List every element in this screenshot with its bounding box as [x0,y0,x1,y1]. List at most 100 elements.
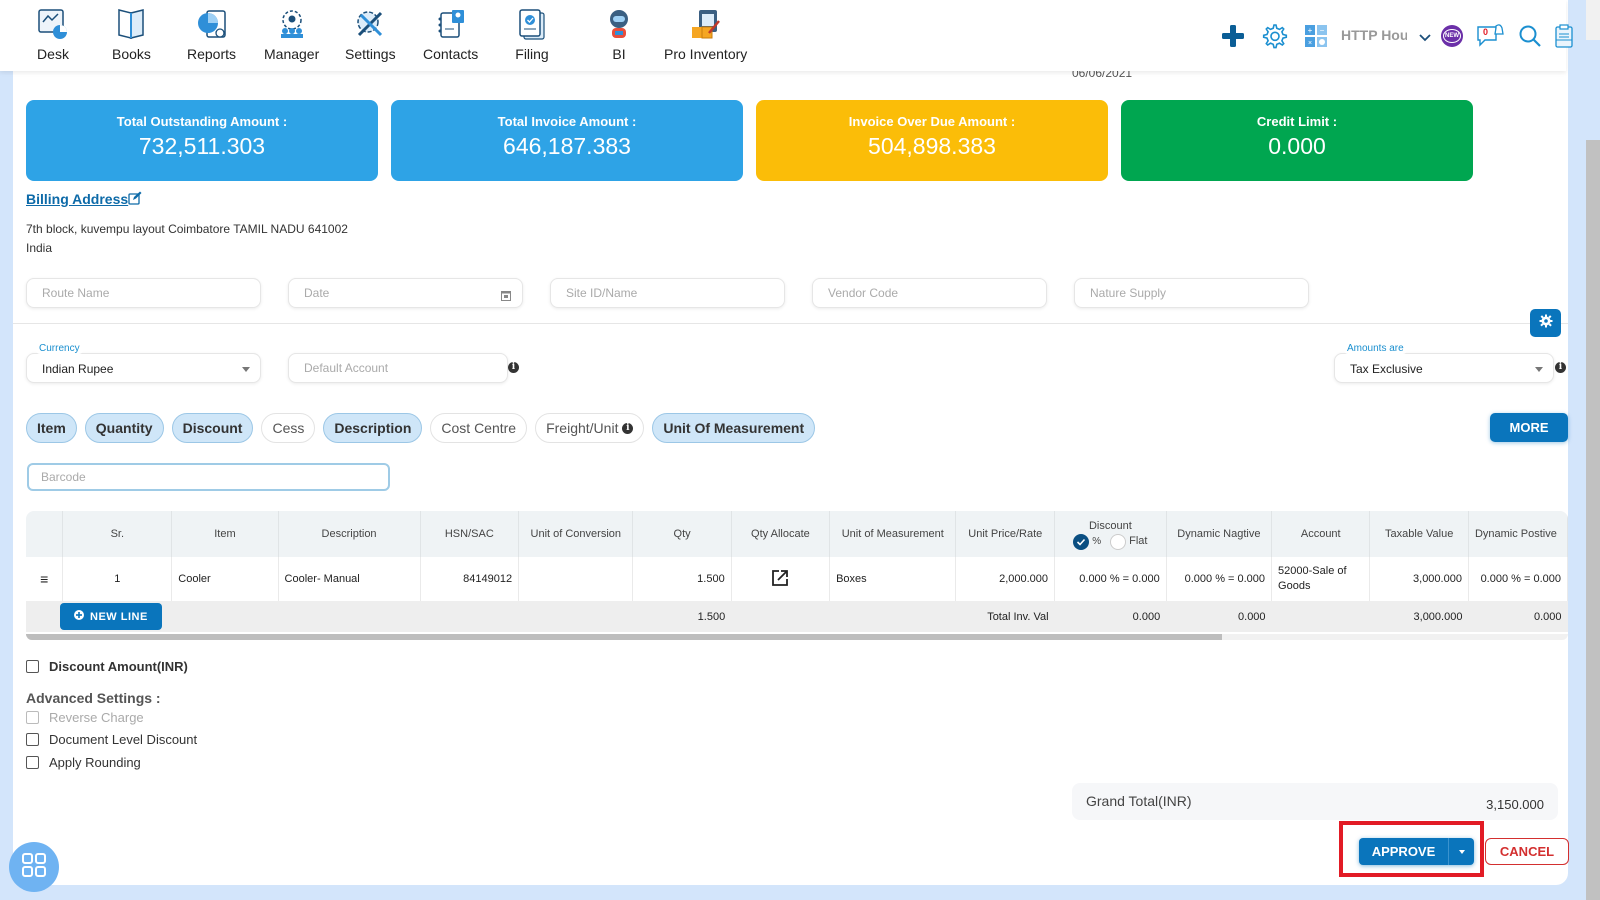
discount-flat-radio[interactable] [1110,533,1127,550]
apply-rounding-checkbox[interactable]: Apply Rounding [26,755,141,770]
info-icon[interactable]: i [508,362,519,373]
gear-icon [1539,314,1553,333]
nav-contacts[interactable]: Contacts [423,6,478,62]
info-icon[interactable]: i [1555,362,1566,373]
cell-hsn[interactable]: 84149012 [420,557,520,601]
info-icon: i [622,422,634,434]
cell-dynamic-positive[interactable]: 0.000 % = 0.000 [1468,557,1568,601]
chip-freight-unit[interactable]: Freight/Unit i [535,413,645,443]
plus-circle-icon [74,610,84,623]
stat-total-outstanding: Total Outstanding Amount : 732,511.303 [26,100,378,181]
cell-account[interactable]: 52000-Sale of Goods [1271,557,1371,601]
currency-value: Indian Rupee [42,362,114,376]
nav-settings[interactable]: Settings [345,6,396,62]
total-discount: 0.000 [1054,601,1167,632]
checkbox[interactable] [26,733,39,746]
apps-launcher-button[interactable] [9,842,59,892]
clipboard-icon[interactable] [1555,24,1573,53]
scrollbar-thumb[interactable] [1586,140,1600,900]
table-total-row: NEW LINE 1.500 Total Inv. Val 0.000 0.00… [26,601,1568,632]
nav-pro-inventory[interactable]: Pro Inventory [664,6,747,62]
barcode-input[interactable] [27,463,390,491]
chip-discount[interactable]: Discount [171,413,254,443]
cell-qty[interactable]: 1.500 [632,557,732,601]
nav-bi[interactable]: BI [601,6,637,62]
cell-rate[interactable]: 2,000.000 [955,557,1056,601]
column-settings-button[interactable] [1530,309,1561,337]
notification-count: 0 [1483,27,1489,37]
new-badge-icon[interactable]: NEW [1441,25,1463,47]
company-selector[interactable]: HTTP House [1341,27,1407,43]
add-icon[interactable] [1222,25,1244,52]
cancel-button[interactable]: CANCEL [1485,838,1569,865]
grid-icon [22,852,46,882]
cell-qty-allocate [731,557,831,601]
table-scroll-thumb[interactable] [26,634,1222,640]
contacts-icon [433,6,469,42]
approve-split-button: APPROVE [1359,838,1474,865]
reports-icon [194,6,230,42]
discount-amount-checkbox[interactable]: Discount Amount(INR) [26,659,188,674]
table-row[interactable]: ≡ 1 Cooler Cooler- Manual 84149012 1.500… [26,557,1568,601]
cell-discount[interactable]: 0.000 % = 0.000 [1054,557,1167,601]
nav-filing[interactable]: Filing [514,6,550,62]
more-button[interactable]: MORE [1490,413,1568,442]
svg-text:−: − [1320,26,1325,35]
notification-icon[interactable]: 0 [1476,23,1506,49]
chip-quantity[interactable]: Quantity [84,413,164,443]
line-items-table: Sr. Item Description HSN/SAC Unit of Con… [26,511,1568,641]
nav-books[interactable]: Books [112,6,151,62]
open-external-icon[interactable] [771,569,789,590]
top-navbar: Desk Books Reports Manager Settings Cont… [0,0,1573,71]
nav-reports[interactable]: Reports [187,6,236,62]
document-level-discount-checkbox[interactable]: Document Level Discount [26,732,197,747]
calculator-icon[interactable]: + − × [1305,25,1327,52]
cell-description[interactable]: Cooler- Manual [278,557,421,601]
chip-description[interactable]: Description [323,413,423,443]
column-toggle-chips: Item Quantity Discount Cess Description … [26,413,816,443]
nature-supply-input[interactable] [1074,278,1309,308]
currency-select[interactable]: Indian Rupee [26,353,261,383]
chevron-down-icon[interactable] [1418,30,1432,48]
svg-text:×: × [1308,40,1312,47]
edit-icon[interactable] [128,191,142,210]
calendar-icon[interactable] [501,288,511,306]
cell-uom[interactable]: Boxes [829,557,957,601]
table-horizontal-scrollbar[interactable] [26,634,1568,640]
chip-unit-of-measurement[interactable]: Unit Of Measurement [652,413,816,443]
billing-address-link[interactable]: Billing Address [26,191,128,207]
discount-percent-radio[interactable] [1073,533,1090,550]
approve-button[interactable]: APPROVE [1359,838,1449,865]
currency-label: Currency [35,343,84,354]
chip-cess[interactable]: Cess [261,413,316,443]
site-id-input[interactable] [550,278,785,308]
new-line-button[interactable]: NEW LINE [60,603,162,630]
cell-unit-conversion[interactable] [518,557,634,601]
vendor-code-input[interactable] [812,278,1047,308]
nav-desk[interactable]: Desk [35,6,71,62]
nav-manager[interactable]: Manager [264,6,319,62]
page-scrollbar[interactable] [1566,0,1600,900]
gear-icon[interactable] [1260,22,1288,55]
stat-credit-limit: Credit Limit : 0.000 [1121,100,1473,181]
grand-total-value: 3,150.000 [1486,797,1544,812]
books-icon [113,6,149,42]
search-icon[interactable] [1518,24,1542,53]
date-input[interactable] [288,278,523,308]
cell-item[interactable]: Cooler [171,557,279,601]
filing-icon [514,6,550,42]
checkbox[interactable] [26,660,39,673]
route-name-input[interactable] [26,278,261,308]
default-account-input[interactable] [288,353,508,383]
total-dynamic-negative: 0.000 [1166,601,1272,632]
chip-item[interactable]: Item [26,413,77,443]
checkbox[interactable] [26,756,39,769]
total-qty: 1.500 [632,601,732,632]
approve-dropdown-toggle[interactable] [1449,838,1474,865]
cell-dynamic-negative[interactable]: 0.000 % = 0.000 [1166,557,1273,601]
drag-handle-icon[interactable]: ≡ [26,557,64,601]
stat-overdue: Invoice Over Due Amount : 504,898.383 [756,100,1108,181]
chip-cost-centre[interactable]: Cost Centre [430,413,528,443]
col-description: Description [278,511,421,557]
amounts-are-select[interactable]: Tax Exclusive [1334,353,1554,383]
